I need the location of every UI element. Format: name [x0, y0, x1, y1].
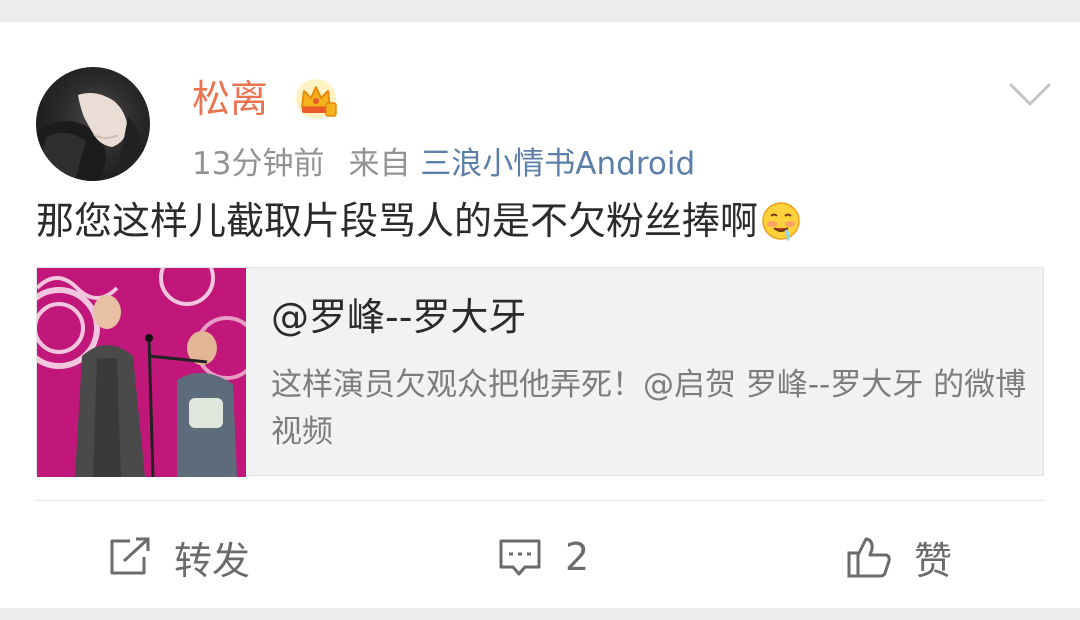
repost-button[interactable]: 转发: [108, 527, 250, 587]
like-label: 赞: [914, 538, 953, 583]
from-label: 来自: [348, 146, 411, 182]
post-meta: 13分钟前 来自 三浪小情书Android: [192, 144, 695, 184]
comment-button[interactable]: 2: [497, 527, 589, 587]
username[interactable]: 松离: [192, 74, 268, 124]
video-thumbnail[interactable]: [37, 268, 246, 477]
vip-crown-icon[interactable]: [294, 77, 338, 121]
source-link[interactable]: 三浪小情书Android: [420, 146, 695, 182]
chevron-down-icon[interactable]: [1008, 80, 1052, 110]
repost-card[interactable]: @罗峰--罗大牙 这样演员欠观众把他弄死！@启贺 罗峰--罗大牙 的微博视频: [36, 267, 1044, 477]
repost-title[interactable]: @罗峰--罗大牙: [271, 292, 526, 342]
avatar-hand-icon: [36, 93, 150, 181]
comment-icon: [499, 539, 541, 576]
like-button[interactable]: 赞: [846, 527, 952, 587]
thumbs-up-icon: [847, 537, 891, 578]
comment-count: 2: [565, 535, 590, 579]
share-icon: [110, 537, 150, 575]
emoji-drooling-icon: [762, 202, 800, 242]
post-time: 13分钟前: [192, 146, 325, 182]
divider: [36, 500, 1044, 501]
repost-label: 转发: [174, 538, 251, 583]
post-text: 那您这样儿截取片段骂人的是不欠粉丝捧啊: [36, 199, 759, 243]
weibo-post-card: 松离 13分钟前 来自 三浪小情书Android 那您这样儿截取片段骂人的是不欠粉…: [0, 22, 1080, 608]
repost-description: 这样演员欠观众把他弄死！@启贺 罗峰--罗大牙 的微博视频: [271, 367, 1027, 450]
bottom-separator: [0, 608, 1080, 620]
post-body: 那您这样儿截取片段骂人的是不欠粉丝捧啊: [36, 196, 802, 246]
video-thumbnail-image: [37, 268, 246, 477]
avatar[interactable]: [36, 67, 150, 181]
